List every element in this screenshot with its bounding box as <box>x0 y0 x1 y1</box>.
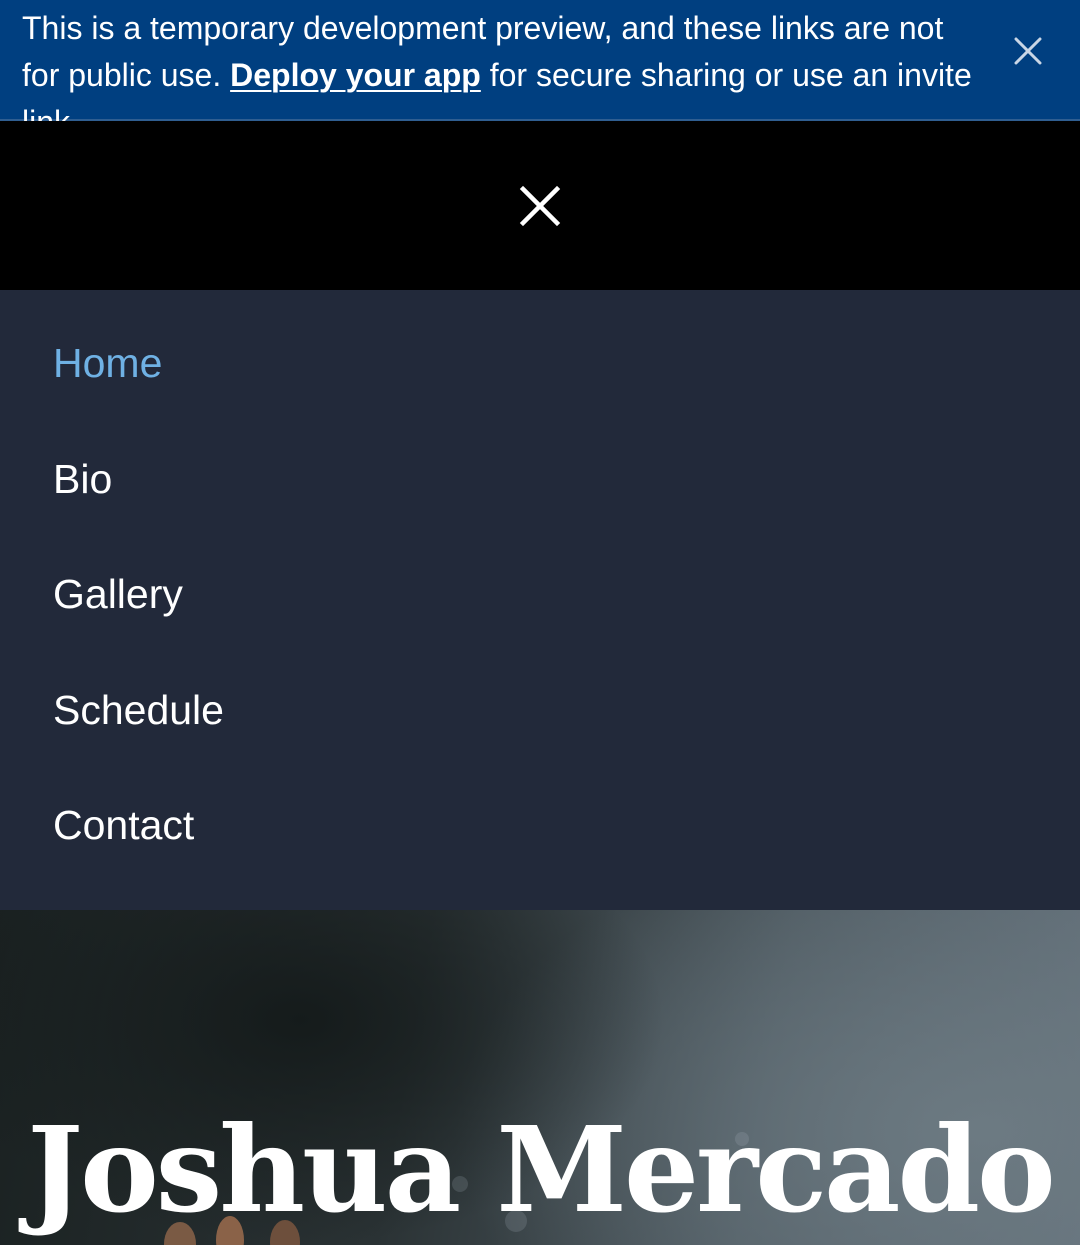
deploy-app-link[interactable]: Deploy your app <box>230 57 481 93</box>
hero-title: Joshua Mercado <box>27 1100 1055 1239</box>
close-icon <box>519 185 561 227</box>
nav-item-gallery[interactable]: Gallery <box>53 564 183 624</box>
nav-menu: Home Bio Gallery Schedule Contact <box>0 290 1080 910</box>
banner-close-button[interactable] <box>1004 27 1052 75</box>
nav-item-contact[interactable]: Contact <box>53 795 194 855</box>
nav-item-schedule[interactable]: Schedule <box>53 680 224 740</box>
menu-close-button[interactable] <box>513 179 567 233</box>
close-icon <box>1014 37 1042 65</box>
nav-item-bio[interactable]: Bio <box>53 449 112 509</box>
hero-section: Joshua Mercado <box>0 910 1080 1245</box>
site-header <box>0 121 1080 290</box>
preview-banner: This is a temporary development preview,… <box>0 0 1080 140</box>
nav-item-home[interactable]: Home <box>53 333 162 393</box>
